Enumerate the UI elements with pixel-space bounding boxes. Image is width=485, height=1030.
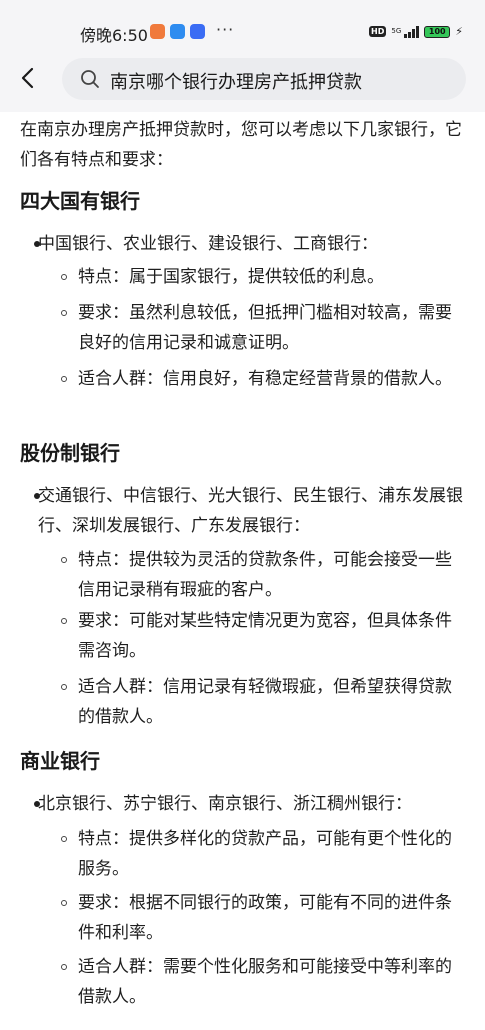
back-button[interactable] bbox=[10, 60, 46, 96]
search-query: 南京哪个银行办理房产抵押贷款 bbox=[110, 72, 362, 93]
search-header: 南京哪个银行办理房产抵押贷款 bbox=[0, 46, 485, 112]
sub-bullet bbox=[61, 310, 67, 316]
sub-bullet bbox=[61, 557, 67, 563]
list-item-text: 适合人群：信用记录有轻微瑕疵，但希望获得贷款的借款人。 bbox=[78, 677, 452, 727]
bank-list-text: 交通银行、中信银行、光大银行、民生银行、浦东发展银行、深圳发展银行、广东发展银行… bbox=[38, 486, 463, 536]
signal-icon bbox=[404, 25, 420, 38]
intro-text: 在南京办理房产抵押贷款时，您可以考虑以下几家银行，它们各有特点和要求： bbox=[20, 120, 462, 170]
bullet-dot bbox=[34, 801, 40, 807]
sub-bullet bbox=[61, 376, 67, 382]
blue-app-icon bbox=[190, 24, 205, 39]
hd-icon: HD bbox=[369, 26, 387, 37]
status-bar: 傍晚6:50 ··· HD 5G 100 ⚡ bbox=[0, 0, 485, 46]
sub-bullet bbox=[61, 964, 67, 970]
list-item-text: 适合人群：信用良好，有稳定经营背景的借款人。 bbox=[78, 369, 452, 389]
search-icon bbox=[81, 70, 99, 88]
network-type: 5G bbox=[391, 27, 402, 35]
bullet-dot bbox=[34, 493, 40, 499]
list-item: 要求：根据不同银行的政策，可能有不同的进件条件和利率。 bbox=[61, 888, 458, 948]
sub-bullet bbox=[61, 900, 67, 906]
notification-icons bbox=[150, 24, 205, 39]
back-arrow-icon bbox=[21, 67, 34, 89]
list-item-text: 要求：根据不同银行的政策，可能有不同的进件条件和利率。 bbox=[78, 893, 452, 943]
bank-list-text: 北京银行、苏宁银行、南京银行、浙江稠州银行： bbox=[38, 794, 412, 814]
sub-bullet bbox=[61, 618, 67, 624]
blue-chat-icon bbox=[170, 24, 185, 39]
battery-icon: 100 bbox=[424, 25, 451, 38]
list-item: 特点：属于国家银行，提供较低的利息。 bbox=[61, 262, 458, 292]
sub-bullet bbox=[61, 274, 67, 280]
list-item: 适合人群：信用记录有轻微瑕疵，但希望获得贷款的借款人。 bbox=[61, 672, 458, 732]
list-item-text: 特点：属于国家银行，提供较低的利息。 bbox=[78, 267, 384, 287]
list-item: 特点：提供较为灵活的贷款条件，可能会接受一些信用记录稍有瑕疵的客户。 bbox=[61, 545, 458, 605]
list-item-text: 要求：可能对某些特定情况更为宽容，但具体条件需咨询。 bbox=[78, 611, 452, 661]
sub-bullet bbox=[61, 684, 67, 690]
bullet-dot bbox=[34, 241, 40, 247]
sub-bullet bbox=[61, 836, 67, 842]
bank-list-bullet: 中国银行、农业银行、建设银行、工商银行： bbox=[20, 229, 480, 259]
status-time: 傍晚6:50 bbox=[80, 26, 148, 45]
section-heading: 股份制银行 bbox=[20, 441, 120, 465]
section-heading: 商业银行 bbox=[20, 749, 100, 773]
list-item-text: 要求：虽然利息较低，但抵押门槛相对较高，需要良好的信用记录和诚意证明。 bbox=[78, 303, 452, 353]
list-item-text: 特点：提供较为灵活的贷款条件，可能会接受一些信用记录稍有瑕疵的客户。 bbox=[78, 550, 452, 600]
search-input[interactable]: 南京哪个银行办理房产抵押贷款 bbox=[62, 58, 466, 100]
list-item: 要求：可能对某些特定情况更为宽容，但具体条件需咨询。 bbox=[61, 606, 458, 666]
more-notifications-icon: ··· bbox=[216, 20, 235, 39]
list-item: 适合人群：需要个性化服务和可能接受中等利率的借款人。 bbox=[61, 952, 458, 1012]
bank-list-bullet: 北京银行、苏宁银行、南京银行、浙江稠州银行： bbox=[20, 789, 480, 819]
list-item: 要求：虽然利息较低，但抵押门槛相对较高，需要良好的信用记录和诚意证明。 bbox=[61, 298, 458, 358]
orange-app-icon bbox=[150, 24, 165, 39]
list-item: 适合人群：信用良好，有稳定经营背景的借款人。 bbox=[61, 364, 458, 394]
list-item-text: 特点：提供多样化的贷款产品，可能有更个性化的服务。 bbox=[78, 829, 452, 879]
charging-icon: ⚡ bbox=[455, 25, 463, 38]
bank-list-text: 中国银行、农业银行、建设银行、工商银行： bbox=[38, 234, 378, 254]
list-item-text: 适合人群：需要个性化服务和可能接受中等利率的借款人。 bbox=[78, 957, 452, 1007]
bank-list-bullet: 交通银行、中信银行、光大银行、民生银行、浦东发展银行、深圳发展银行、广东发展银行… bbox=[20, 481, 480, 541]
list-item: 特点：提供多样化的贷款产品，可能有更个性化的服务。 bbox=[61, 824, 458, 884]
section-heading: 四大国有银行 bbox=[20, 189, 140, 213]
system-indicators: HD 5G 100 ⚡ bbox=[369, 25, 463, 38]
